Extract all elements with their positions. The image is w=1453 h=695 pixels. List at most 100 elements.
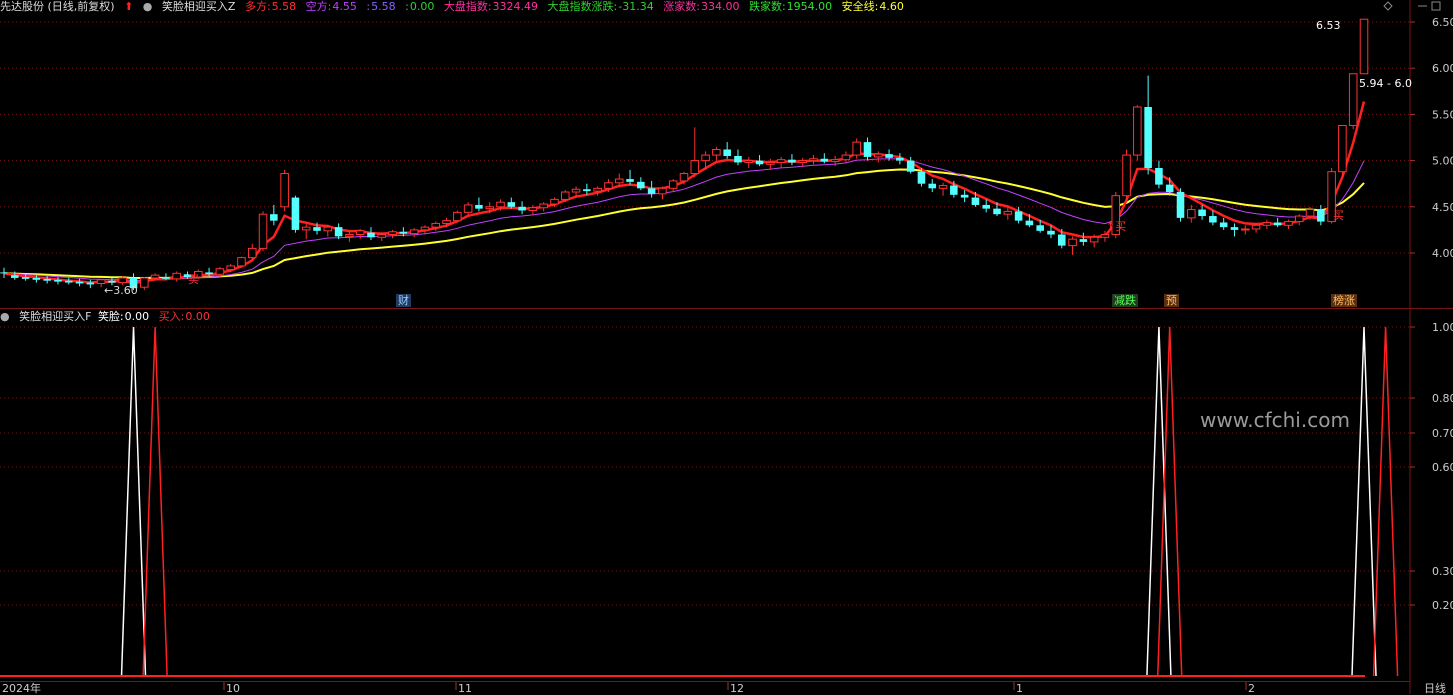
candle-body	[226, 265, 235, 271]
duofang-label: 多方:	[244, 0, 271, 13]
sub-indicator-name[interactable]: 笑脸相迎买入F	[19, 310, 91, 323]
candle-body	[593, 187, 602, 192]
down-count-label: 跌家数:	[748, 0, 786, 13]
candle-body	[431, 222, 441, 228]
candle-body	[1122, 154, 1131, 197]
x-tick-label: 2	[1248, 682, 1255, 694]
buy-spike	[142, 326, 168, 677]
candle-body	[960, 194, 969, 198]
candle-body	[140, 277, 149, 288]
up-count-value: 334.00	[700, 0, 740, 13]
candle-body	[614, 178, 624, 184]
candle-body	[453, 211, 462, 222]
period-label[interactable]: 日线	[1422, 682, 1448, 695]
candle-body	[280, 173, 289, 208]
sub-y-tick-label: 1.00	[1432, 321, 1453, 334]
smile-spike	[1351, 326, 1377, 677]
candle-body	[247, 247, 257, 259]
candle-body	[518, 206, 526, 211]
candle-body	[885, 154, 893, 158]
candle-body	[571, 188, 581, 193]
candle-body	[420, 226, 430, 231]
candle-body	[96, 279, 106, 284]
candle-body	[776, 159, 786, 163]
candle-body	[270, 214, 278, 221]
smile-value: 0.00	[124, 310, 150, 323]
candle-body	[86, 282, 95, 285]
candle-body	[75, 281, 84, 284]
buy-spike	[1372, 326, 1399, 677]
candle-body	[1348, 73, 1358, 126]
up-count-label: 涨家数:	[663, 0, 700, 13]
stock-title[interactable]: 先达股份 (日线,前复权)	[0, 0, 115, 13]
smile-spike	[120, 326, 147, 677]
candle-body	[301, 226, 311, 231]
sub-y-tick-label: 0.30	[1432, 565, 1453, 578]
candle-body	[1025, 220, 1034, 226]
kongfang-value: 4.55	[332, 0, 357, 13]
candle-body	[830, 159, 840, 163]
buy-mark-2: ↑买	[1106, 220, 1127, 233]
main-y-tick-label: 4.50	[1432, 201, 1453, 214]
candle-body	[1187, 209, 1196, 219]
candle-body	[734, 155, 742, 163]
main-y-tick-label: 6.50	[1432, 16, 1453, 29]
sub-y-tick-label: 0.70	[1432, 427, 1453, 440]
candle-body	[993, 208, 1001, 215]
candle-body	[162, 277, 170, 279]
candle-body	[0, 272, 8, 274]
tag-yu[interactable]: 预	[1164, 294, 1179, 307]
candle-body	[1294, 215, 1304, 223]
candle-body	[1176, 192, 1185, 218]
candle-body	[1219, 222, 1228, 228]
candle-body	[928, 183, 937, 189]
sub-dropdown-icon[interactable]: ●	[0, 310, 10, 323]
indicator-dropdown-icon[interactable]: ●	[143, 0, 153, 13]
indicator-name[interactable]: 笑脸相迎买入Z	[162, 0, 236, 13]
duofang-value: 5.58	[271, 0, 297, 13]
candle-body	[313, 227, 321, 231]
candle-body	[323, 226, 333, 232]
safe-line-series	[3, 168, 1365, 279]
candle-body	[43, 278, 51, 281]
candle-body	[788, 159, 796, 163]
safe-line-label: 安全线:	[841, 0, 879, 13]
candle-body	[54, 279, 62, 282]
candle-body	[1240, 228, 1250, 231]
candle-body	[1230, 227, 1239, 230]
candle-body	[1209, 216, 1217, 223]
candle-body	[409, 229, 419, 235]
main-y-tick-label: 5.00	[1432, 155, 1453, 168]
tag-bangzhang[interactable]: 榜涨	[1331, 294, 1357, 307]
candle-body	[1284, 221, 1293, 226]
buy-mark-3: 买	[1333, 209, 1344, 222]
candle-body	[1100, 234, 1110, 238]
candles	[0, 18, 1369, 290]
candle-body	[723, 149, 731, 156]
candle-body	[982, 204, 990, 209]
candle-body	[560, 191, 570, 200]
window-restore-icon[interactable]	[1431, 1, 1441, 11]
x-tick-label: 2024年	[2, 681, 41, 694]
candle-body	[334, 227, 343, 237]
candle-body	[463, 204, 473, 213]
dapan-chg-value: -31.34	[618, 0, 654, 13]
tag-jiandie[interactable]: 减跌	[1112, 294, 1138, 307]
sub-y-tick-label: 0.80	[1432, 392, 1453, 405]
candle-body	[1079, 239, 1088, 242]
diamond-icon[interactable]	[1383, 1, 1393, 11]
buy-mark-1: 买	[188, 273, 199, 286]
watermark: www.cfchi.com	[1200, 408, 1350, 432]
tag-cai[interactable]: 财	[396, 294, 411, 307]
candle-body	[701, 154, 710, 162]
candle-body	[1133, 106, 1142, 156]
low-price-label: ←3.60	[104, 284, 138, 297]
candle-body	[744, 160, 754, 163]
candle-body	[355, 230, 365, 236]
candle-body	[798, 160, 808, 163]
sub-y-tick-label: 0.20	[1432, 599, 1453, 612]
candle-body	[21, 277, 30, 279]
candle-body	[1068, 238, 1077, 247]
candle-body	[64, 280, 73, 283]
main-y-tick-label: 6.00	[1432, 62, 1453, 75]
